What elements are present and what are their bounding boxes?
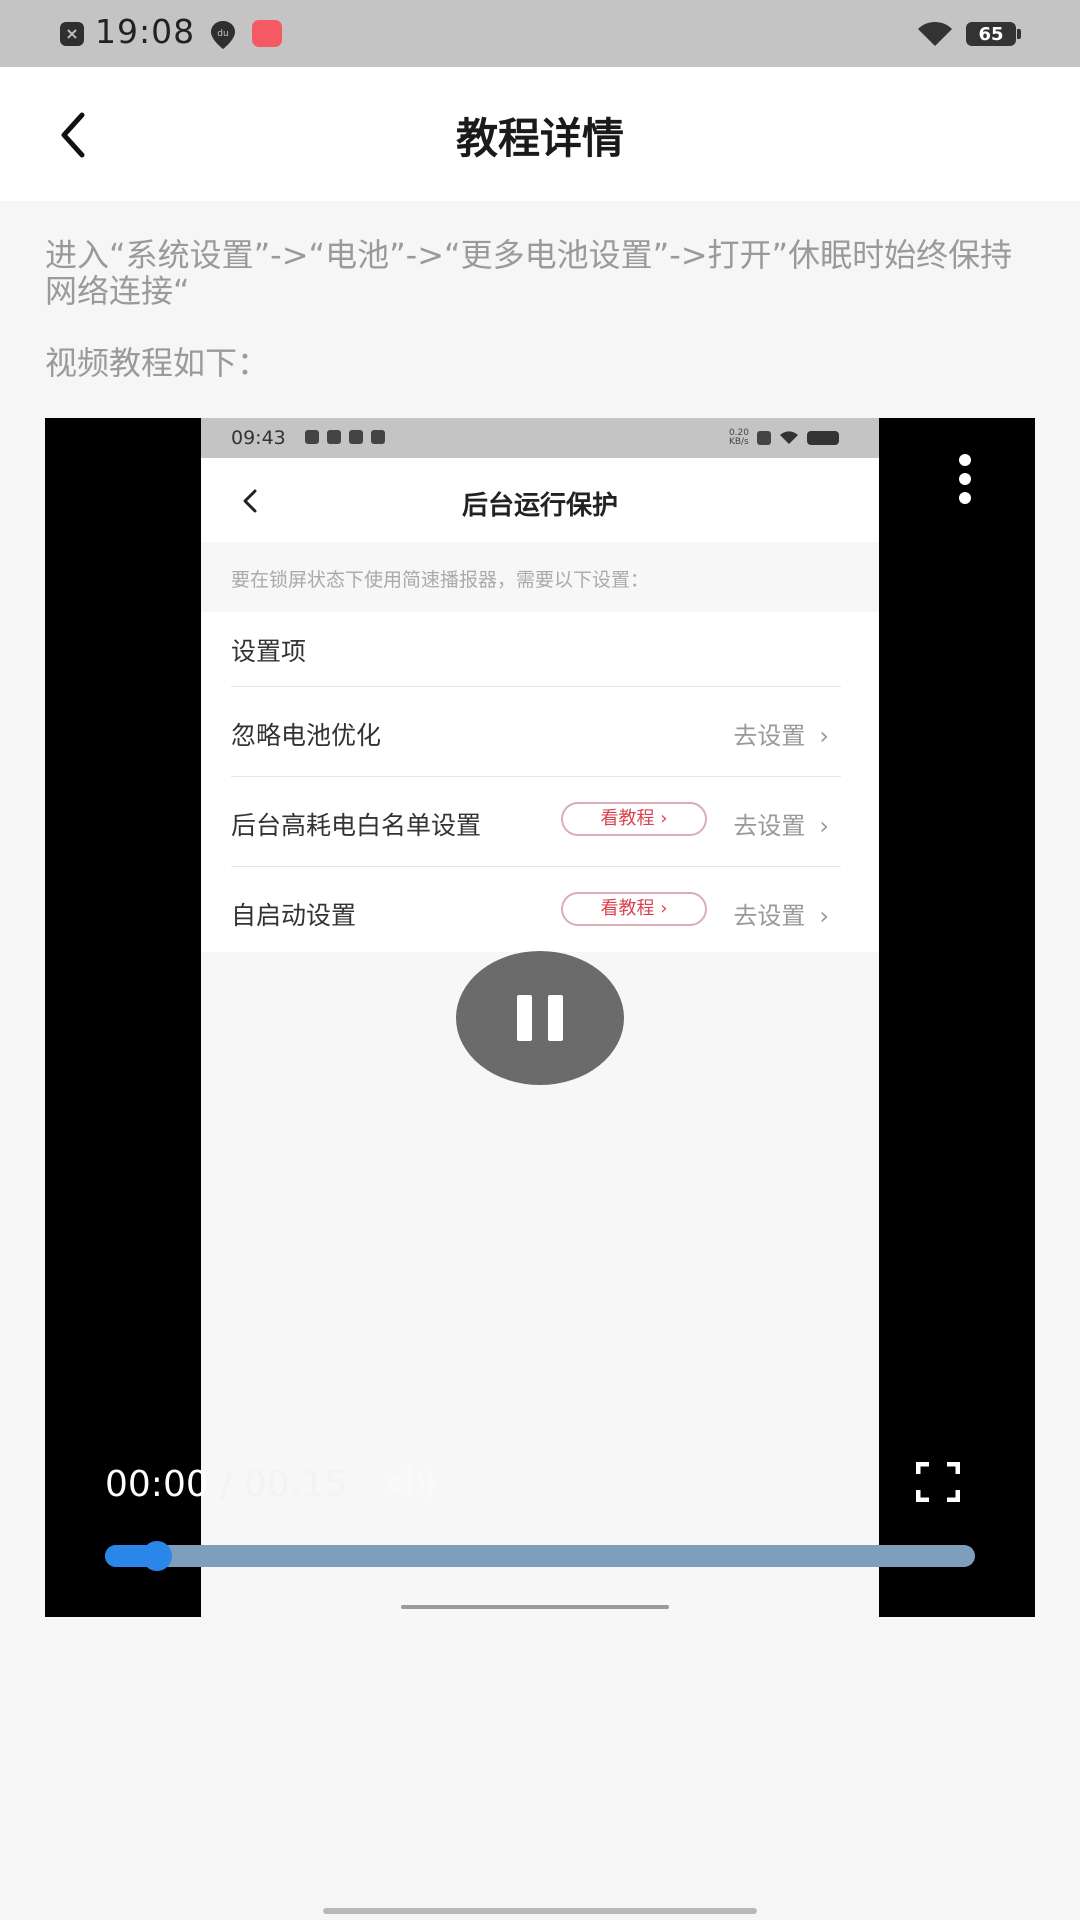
- frame-note: 要在锁屏状态下使用简速播报器，需要以下设置：: [231, 569, 650, 591]
- frame-circle-icon: [327, 430, 341, 444]
- video-intro-text: 视频教程如下：: [45, 344, 270, 382]
- chevron-right-icon: ›: [660, 898, 668, 919]
- frame-tools-icon: [371, 430, 385, 444]
- duration: 00:15: [243, 1464, 348, 1505]
- frame-row-header: 设置项: [231, 612, 841, 686]
- frame-close-icon: [757, 431, 771, 445]
- status-bar: × 19:08 du 65: [0, 0, 1080, 67]
- wifi-icon: [918, 21, 952, 46]
- time-display: 00:00 / 00:15: [105, 1464, 348, 1505]
- current-time: 00:00: [105, 1464, 209, 1505]
- frame-row: 忽略电池优化 去设置 ›: [231, 686, 841, 776]
- frame-go-label: 去设置: [733, 902, 806, 930]
- frame-mail-icon: [305, 430, 319, 444]
- status-time: 19:08: [95, 12, 196, 51]
- location-pin-icon: du: [211, 21, 235, 49]
- frame-tutorial-label: 看教程: [600, 898, 655, 919]
- frame-home-indicator: [401, 1605, 669, 1609]
- chevron-right-icon: ›: [819, 902, 829, 930]
- more-options-button[interactable]: [950, 454, 980, 504]
- page-title: 教程详情: [455, 114, 624, 163]
- progress-knob[interactable]: [142, 1541, 172, 1571]
- video-player[interactable]: 09:43 0.20 KB/s 后台运行保护 要在锁屏状态下使用简速播报器，需要…: [45, 418, 1035, 1617]
- frame-row: 后台高耗电白名单设置 看教程 › 去设置 ›: [231, 776, 841, 866]
- chevron-right-icon: ›: [660, 808, 668, 829]
- frame-go-settings: 去设置 ›: [733, 716, 829, 751]
- battery-level: 65: [966, 22, 1016, 46]
- frame-status-bar: 09:43 0.20 KB/s: [201, 418, 879, 458]
- frame-status-right: 0.20 KB/s: [729, 429, 839, 447]
- progress-bar[interactable]: [105, 1541, 975, 1571]
- frame-row-header-label: 设置项: [231, 637, 307, 666]
- frame-go-settings: 去设置 ›: [733, 896, 829, 931]
- frame-row-label: 后台高耗电白名单设置: [231, 811, 482, 840]
- frame-tutorial-badge: 看教程 ›: [561, 892, 707, 926]
- fullscreen-icon[interactable]: [916, 1462, 960, 1502]
- frame-status-time: 09:43: [231, 427, 286, 449]
- dot: [959, 473, 971, 485]
- frame-row-label: 自启动设置: [231, 901, 357, 930]
- frame-go-label: 去设置: [733, 722, 806, 750]
- frame-tutorial-badge: 看教程 ›: [561, 802, 707, 836]
- dot: [959, 492, 971, 504]
- app-header: 教程详情: [0, 67, 1080, 201]
- frame-tutorial-label: 看教程: [600, 808, 655, 829]
- chevron-right-icon: ›: [819, 722, 829, 750]
- frame-header: 后台运行保护: [201, 458, 879, 542]
- frame-go-settings: 去设置 ›: [733, 806, 829, 841]
- frame-status-icons: [305, 430, 385, 444]
- frame-battery-icon: [807, 431, 839, 445]
- dot: [959, 454, 971, 466]
- instruction-text: 进入“系统设置”->“电池”->“更多电池设置”->打开”休眠时始终保持网络连接…: [45, 236, 1013, 310]
- frame-net-speed: 0.20 KB/s: [729, 429, 749, 447]
- pin-label: du: [217, 29, 228, 39]
- frame-net-speed-unit: KB/s: [728, 437, 749, 447]
- pause-icon: [548, 995, 563, 1041]
- frame-settings-card: 设置项 忽略电池优化 去设置 › 后台高耗电白名单设置 看教程 › 去设置 › 自启…: [201, 612, 879, 952]
- frame-wifi-icon: [780, 431, 798, 444]
- battery-tip: [1017, 29, 1021, 39]
- volume-icon[interactable]: [385, 1461, 441, 1505]
- time-separator: /: [220, 1464, 233, 1505]
- frame-row-label: 忽略电池优化: [231, 721, 382, 750]
- gesture-bar: [323, 1908, 757, 1914]
- notification-close-icon: ×: [60, 22, 84, 46]
- frame-go-label: 去设置: [733, 812, 806, 840]
- pause-button[interactable]: [456, 951, 624, 1085]
- frame-row: 自启动设置 看教程 › 去设置 ›: [231, 866, 841, 956]
- app-notification-icon: [252, 20, 282, 47]
- pause-icon: [517, 995, 532, 1041]
- chevron-right-icon: ›: [819, 812, 829, 840]
- frame-usb-icon: [349, 430, 363, 444]
- frame-title: 后台运行保护: [461, 491, 618, 521]
